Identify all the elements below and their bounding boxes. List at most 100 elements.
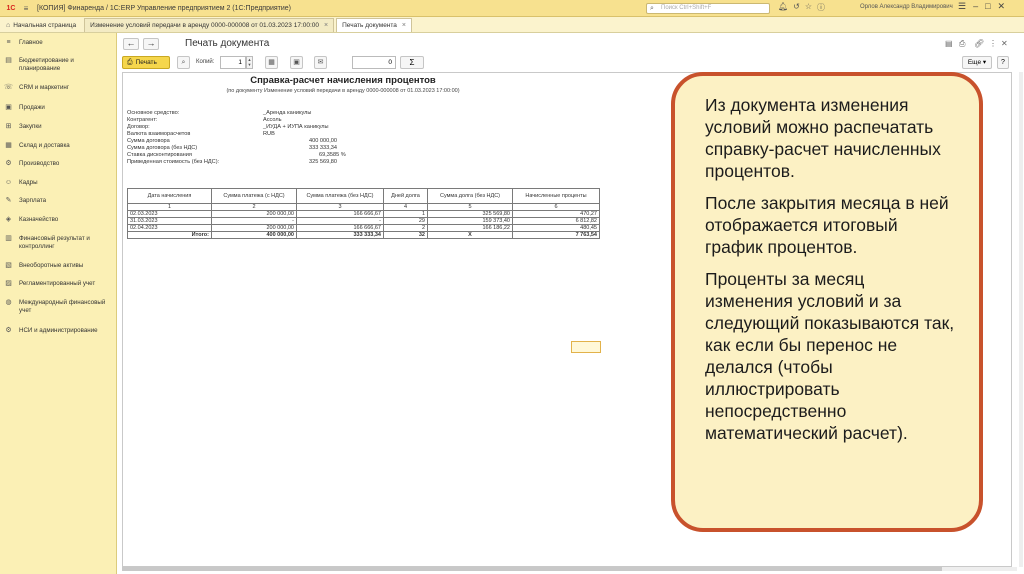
maximize-icon[interactable]: □ xyxy=(985,1,990,12)
table-cell: 166 186,22 xyxy=(427,224,513,232)
more-label: Еще xyxy=(967,59,982,66)
vertical-scrollbar[interactable] xyxy=(1019,72,1023,567)
people-icon: ☺ xyxy=(4,179,13,187)
copies-field[interactable]: 1 xyxy=(220,56,246,69)
field-value: Ассоль xyxy=(263,117,282,123)
link-icon[interactable]: 🔗︎ xyxy=(974,39,984,48)
copies-label: Копий: xyxy=(196,59,215,65)
send-email-button[interactable]: ✉ xyxy=(314,56,327,69)
home-icon: ⌂ xyxy=(6,21,11,29)
menu-icon[interactable]: ≡ xyxy=(21,3,31,13)
sidebar-item-salary[interactable]: ✎ Зарплата xyxy=(4,197,114,205)
help-button[interactable]: ? xyxy=(997,56,1009,69)
table-cell: 02.04.2023 xyxy=(127,224,212,232)
scrollbar-thumb[interactable] xyxy=(122,567,942,571)
table-cell: 400 000,00 xyxy=(211,231,297,239)
preview-button[interactable]: ⌕ xyxy=(177,56,190,69)
sidebar-item-finance[interactable]: ▥ Финансовый результат и контроллинг xyxy=(4,235,114,250)
table-cell: 29 xyxy=(383,217,428,225)
close-tab-icon[interactable]: × xyxy=(324,22,328,29)
sidebar-item-production[interactable]: ⚙ Производство xyxy=(4,160,114,168)
table-cell: 4 xyxy=(383,203,428,211)
copies-stepper[interactable]: ▲ ▼ xyxy=(246,56,253,69)
table-cell: X xyxy=(427,231,513,239)
forward-button[interactable]: → xyxy=(143,38,159,50)
user-name[interactable]: Орлов Александр Владимирович xyxy=(860,4,953,10)
sidebar-item-treasury[interactable]: ◈ Казначейство xyxy=(4,216,114,224)
table-cell: 200 000,00 xyxy=(211,210,297,218)
table-total-row: Итого: 400 000,00 333 333,34 32 X 7 763,… xyxy=(127,231,600,239)
sidebar-item-hr[interactable]: ☺ Кадры xyxy=(4,179,114,187)
sidebar-item-budgeting[interactable]: ▤ Бюджетирование и планирование xyxy=(4,57,114,72)
warehouse-icon: ▦ xyxy=(5,142,12,150)
table-cell: 32 xyxy=(383,231,428,239)
horizontal-scrollbar[interactable] xyxy=(122,567,1017,571)
info-icon[interactable]: ⓘ xyxy=(817,2,825,13)
chart-icon: ▤ xyxy=(5,57,12,65)
tab-home-label: Начальная страница xyxy=(13,21,77,29)
sum-button[interactable]: Σ xyxy=(400,56,424,69)
document-header: ← → Печать документа ▤ ⎙ 🔗︎ ⋮ ✕ xyxy=(118,33,1024,55)
sidebar-item-label: CRM и маркетинг xyxy=(19,84,70,91)
sales-icon: ▣ xyxy=(5,104,12,112)
tab-change-conditions[interactable]: Изменение условий передачи в аренду 0000… xyxy=(84,18,335,32)
search-icon: ⌕ xyxy=(650,5,654,12)
sidebar-item-regulated[interactable]: ▨ Регламентированный учет xyxy=(4,280,114,288)
search-placeholder: Поиск Ctrl+Shift+F xyxy=(661,5,712,11)
table-header-cell: Сумма платежа (без НДС) xyxy=(296,188,384,204)
sidebar-item-assets[interactable]: ▧ Внеоборотные активы xyxy=(4,262,114,270)
edit-button[interactable]: ▦ xyxy=(265,56,278,69)
settings-icon[interactable]: ☰ xyxy=(958,1,966,12)
sidebar-item-warehouse[interactable]: ▦ Склад и доставка xyxy=(4,142,114,150)
bell-icon[interactable]: 🔔︎ xyxy=(778,2,788,13)
sidebar-item-main[interactable]: ≡ Главное xyxy=(4,39,114,47)
table-cell: 333 333,34 xyxy=(296,231,384,239)
table-row: 02.04.2023 200 000,00 166 666,67 2 166 1… xyxy=(127,224,600,232)
field-value: 333 333,34 xyxy=(309,145,337,151)
history-icon[interactable]: ↺ xyxy=(793,2,800,13)
minimize-icon[interactable]: – xyxy=(973,1,978,12)
sidebar-item-admin[interactable]: ⚙ НСИ и администрирование xyxy=(4,327,114,335)
sidebar-item-international[interactable]: ◍ Международный финансовый учет xyxy=(4,299,114,314)
table-cell: 166 666,67 xyxy=(296,224,384,232)
sidebar-item-sales[interactable]: ▣ Продажи xyxy=(4,104,114,112)
table-cell: 1 xyxy=(127,203,212,211)
sidebar-item-purchases[interactable]: ⊞ Закупки xyxy=(4,123,114,131)
menu-icon: ≡ xyxy=(6,39,11,47)
gear-icon: ⚙ xyxy=(5,327,12,335)
back-button[interactable]: ← xyxy=(123,38,139,50)
tab-home[interactable]: ⌂ Начальная страница xyxy=(0,18,82,32)
tab-print-document[interactable]: Печать документа × xyxy=(336,18,413,32)
sidebar-item-label: Главное xyxy=(19,39,43,46)
more-button[interactable]: Еще ▾ xyxy=(962,56,992,69)
close-icon[interactable]: ✕ xyxy=(998,1,1006,12)
sidebar-item-label: Продажи xyxy=(19,104,45,111)
print-toolbar: ⎙ Печать ⌕ Копий: 1 ▲ ▼ ▦ ▣ ✉ 0 Σ Еще ▾ ? xyxy=(118,55,1024,71)
close-icon[interactable]: ✕ xyxy=(1001,39,1008,48)
print-button[interactable]: ⎙ Печать xyxy=(122,56,170,69)
more-vertical-icon[interactable]: ⋮ xyxy=(989,39,997,48)
sidebar-item-label: Производство xyxy=(19,160,60,167)
selected-cell[interactable] xyxy=(571,341,601,353)
window-controls: ☰ – □ ✕ xyxy=(958,1,1005,12)
star-icon[interactable]: ☆ xyxy=(805,2,812,13)
close-tab-icon[interactable]: × xyxy=(402,22,406,29)
printer-icon: ⎙ xyxy=(127,58,133,66)
global-search-input[interactable]: ⌕ Поиск Ctrl+Shift+F xyxy=(646,3,770,14)
table-cell: 159 373,40 xyxy=(427,217,513,225)
title-bar: 1С ≡ [КОПИЯ] Финаренда / 1С:ERP Управлен… xyxy=(0,0,1024,17)
save-file-button[interactable]: ▣ xyxy=(290,56,303,69)
sum-field[interactable]: 0 xyxy=(352,56,396,69)
sidebar-item-label: Международный финансовый учет xyxy=(19,299,106,314)
table-cell: 1 xyxy=(383,210,428,218)
save-icon[interactable]: ▤ xyxy=(945,39,953,48)
sidebar-item-label: Финансовый результат и контроллинг xyxy=(19,235,90,250)
table-header-cell: Дата начисления xyxy=(127,188,212,204)
table-cell: 325 569,80 xyxy=(427,210,513,218)
sidebar-item-crm[interactable]: ☏ CRM и маркетинг xyxy=(4,84,114,92)
tab-label: Печать документа xyxy=(342,22,397,29)
callout-paragraph: После закрытия месяца в ней отображается… xyxy=(705,193,949,257)
table-cell: - xyxy=(211,217,297,225)
table-cell: Итого: xyxy=(127,231,212,239)
print-icon[interactable]: ⎙ xyxy=(959,39,965,49)
